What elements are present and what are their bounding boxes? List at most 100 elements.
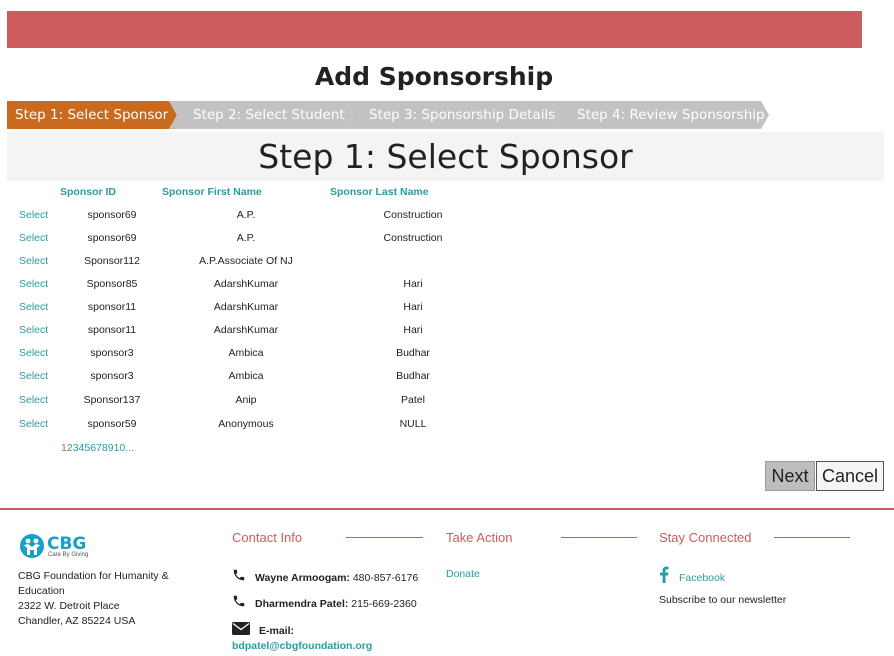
address-line: CBG Foundation for Humanity &	[18, 570, 169, 582]
first-name-cell: A.P.Associate Of NJ	[199, 255, 293, 267]
select-link[interactable]: Select	[19, 414, 48, 434]
contact-title-part: Info	[280, 530, 303, 545]
connected-title-part: Connected	[688, 530, 752, 545]
table-row: Select sponsor3 Ambica Budhar	[7, 343, 467, 365]
donate-link[interactable]: Donate	[446, 568, 480, 580]
first-name-cell: Ambica	[228, 347, 264, 359]
step-3-tab[interactable]: Step 3: Sponsorship Details	[345, 101, 559, 129]
sponsor-id-cell: Sponsor85	[86, 278, 138, 290]
step-2-tab[interactable]: Step 2: Select Student	[169, 101, 353, 129]
action-rule	[561, 537, 637, 538]
logo-tagline: Care By Giving	[48, 552, 89, 558]
sponsor-id-cell: Sponsor112	[84, 255, 140, 267]
first-name-cell: AdarshKumar	[213, 324, 279, 336]
contact-phone[interactable]: 215-669-2360	[351, 598, 416, 610]
first-name-cell: AdarshKumar	[213, 278, 279, 290]
page-link-more[interactable]: ...	[125, 442, 134, 454]
pagination: 12345678910...	[61, 442, 134, 454]
first-name-cell: A.P.	[236, 209, 256, 221]
contact-name: Wayne Armoogam:	[255, 572, 350, 584]
sponsor-id-cell: sponsor11	[87, 301, 137, 313]
connected-rule	[774, 537, 850, 538]
column-header-last-name[interactable]: Sponsor Last Name	[330, 186, 429, 200]
first-name-cell: Anonymous	[218, 418, 274, 430]
email-label: E-mail:	[259, 625, 294, 637]
contact-rule	[346, 537, 423, 538]
page-title: Add Sponsorship	[314, 62, 554, 91]
contact-title-part: Contact	[232, 530, 277, 545]
table-row: Select sponsor69 A.P. Construction	[7, 205, 467, 227]
last-name-cell: Construction	[383, 232, 443, 244]
cbg-logo[interactable]: CBG Care By Giving	[19, 533, 119, 563]
last-name-cell: Hari	[403, 278, 423, 290]
select-link[interactable]: Select	[19, 390, 48, 410]
column-header-sponsor-id[interactable]: Sponsor ID	[60, 186, 116, 200]
facebook-icon[interactable]	[659, 566, 669, 583]
select-link[interactable]: Select	[19, 320, 48, 340]
newsletter-text[interactable]: Subscribe to our newsletter	[659, 594, 786, 606]
select-link[interactable]: Select	[19, 251, 48, 271]
contact-phone[interactable]: 480-857-6176	[353, 572, 418, 584]
sponsor-id-cell: sponsor59	[87, 418, 137, 430]
last-name-cell: NULL	[399, 418, 427, 430]
first-name-cell: A.P.	[236, 232, 256, 244]
table-row: Select sponsor11 AdarshKumar Hari	[7, 320, 467, 342]
logo-people-icon	[20, 534, 44, 558]
last-name-cell: Budhar	[396, 370, 430, 382]
contact-info-title: Contact Info	[232, 530, 302, 545]
column-header-first-name[interactable]: Sponsor First Name	[162, 186, 262, 200]
footer-divider	[0, 508, 894, 510]
take-action-title: Take Action	[446, 530, 513, 545]
facebook-link[interactable]: Facebook	[679, 572, 725, 584]
first-name-cell: Anip	[235, 394, 257, 406]
phone-icon	[233, 569, 245, 581]
select-link[interactable]: Select	[19, 343, 48, 363]
table-row: Select sponsor11 AdarshKumar Hari	[7, 297, 467, 319]
sponsor-id-cell: sponsor69	[87, 209, 137, 221]
last-name-cell: Patel	[401, 394, 425, 406]
step-heading: Step 1: Select Sponsor	[7, 132, 884, 181]
sponsor-id-cell: Sponsor137	[83, 394, 141, 406]
select-link[interactable]: Select	[19, 205, 48, 225]
address-line: Education	[18, 585, 65, 597]
contact-wayne: Wayne Armoogam: 480-857-6176	[255, 572, 418, 584]
table-row: Select Sponsor112 A.P.Associate Of NJ	[7, 251, 467, 273]
sponsor-id-cell: sponsor3	[90, 370, 134, 382]
email-label-text: E-mail:	[259, 625, 295, 637]
last-name-cell: Hari	[403, 301, 423, 313]
select-link[interactable]: Select	[19, 297, 48, 317]
wizard-steps: Step 1: Select Sponsor Step 2: Select St…	[7, 101, 777, 129]
stay-connected-title: Stay Connected	[659, 530, 752, 545]
sponsor-id-cell: sponsor3	[90, 347, 134, 359]
last-name-cell: Budhar	[396, 347, 430, 359]
next-button[interactable]: Next	[765, 461, 815, 491]
table-row: Select sponsor59 Anonymous NULL	[7, 414, 467, 436]
select-link[interactable]: Select	[19, 274, 48, 294]
table-row: Select sponsor3 Ambica Budhar	[7, 366, 467, 388]
phone-icon	[233, 595, 245, 607]
last-name-cell: Hari	[403, 324, 423, 336]
sponsor-id-cell: sponsor69	[87, 232, 137, 244]
step-1-tab[interactable]: Step 1: Select Sponsor	[7, 101, 177, 129]
action-title-part: Take	[446, 530, 474, 545]
last-name-cell: Construction	[383, 209, 443, 221]
envelope-icon	[232, 622, 250, 635]
footer-address: CBG Foundation for Humanity & Education …	[18, 569, 188, 629]
first-name-cell: Ambica	[228, 370, 264, 382]
select-link[interactable]: Select	[19, 366, 48, 386]
address-line: 2322 W. Detroit Place	[18, 600, 120, 612]
table-row: Select sponsor69 A.P. Construction	[7, 228, 467, 250]
table-row: Select Sponsor137 Anip Patel	[7, 390, 467, 412]
connected-title-part: Stay	[659, 530, 686, 545]
table-row: Select Sponsor85 AdarshKumar Hari	[7, 274, 467, 296]
contact-dharmendra: Dharmendra Patel: 215-669-2360	[255, 598, 417, 610]
logo-text: CBG	[47, 534, 87, 554]
page-link-10[interactable]: 10	[114, 442, 126, 454]
step-4-tab[interactable]: Step 4: Review Sponsorship	[551, 101, 769, 129]
email-link[interactable]: bdpatel@cbgfoundation.org	[232, 640, 372, 652]
select-link[interactable]: Select	[19, 228, 48, 248]
sponsor-id-cell: sponsor11	[87, 324, 137, 336]
address-line: Chandler, AZ 85224 USA	[18, 615, 136, 627]
first-name-cell: AdarshKumar	[213, 301, 279, 313]
cancel-button[interactable]: Cancel	[816, 461, 884, 491]
